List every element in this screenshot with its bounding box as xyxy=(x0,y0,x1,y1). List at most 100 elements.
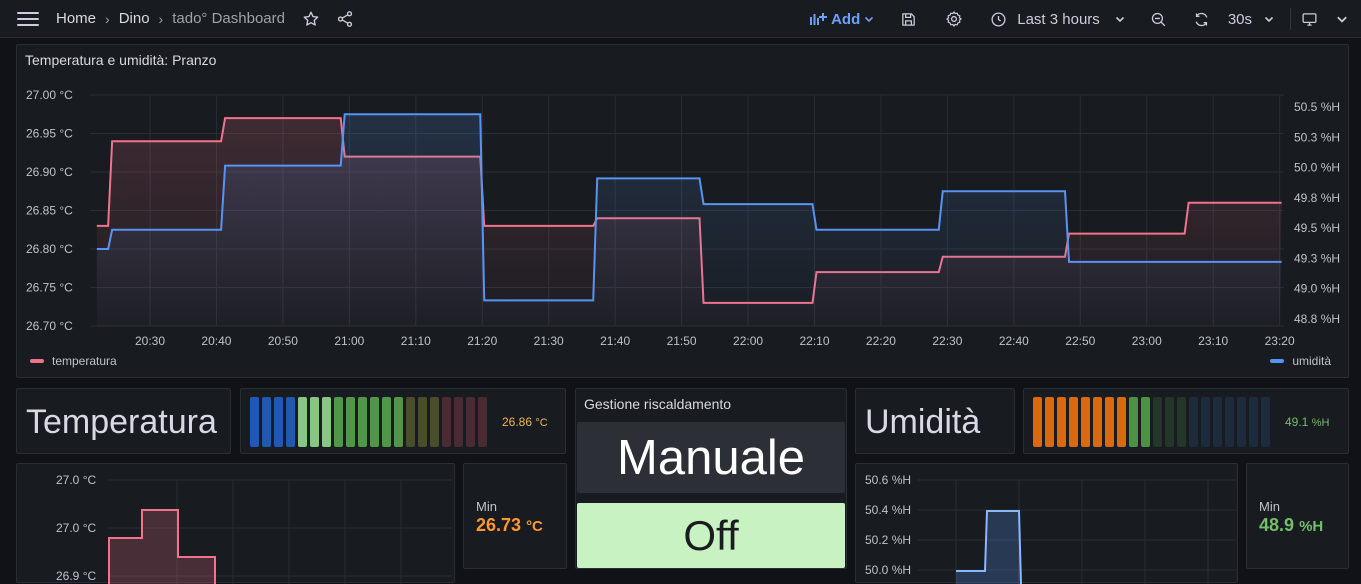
y-right-tick-label: 50.3 %H xyxy=(1294,130,1340,144)
humidity-small-chart-panel[interactable]: 50.6 %H 50.4 %H 50.2 %H 50.0 %H xyxy=(855,463,1239,584)
gauge-cell xyxy=(1129,397,1138,447)
x-tick-label: 20:30 xyxy=(135,334,165,348)
humidity-min-label: Min xyxy=(1259,499,1280,514)
gauge-cell xyxy=(1225,397,1234,447)
humidity-small-chart[interactable]: 50.6 %H 50.4 %H 50.2 %H 50.0 %H xyxy=(856,464,1239,584)
gauge-cell xyxy=(442,397,451,447)
gauge-cell xyxy=(1141,397,1150,447)
temperature-gauge-panel: 26.86 °C xyxy=(240,388,566,454)
breadcrumb-folder[interactable]: Dino xyxy=(119,10,150,27)
gauge-cell xyxy=(1045,397,1054,447)
time-range-label: Last 3 hours xyxy=(1017,10,1100,28)
temperature-small-chart[interactable]: 27.0 °C 27.0 °C 26.9 °C xyxy=(17,464,456,584)
gauge-cell xyxy=(418,397,427,447)
y-right-tick-label: 49.0 %H xyxy=(1294,282,1340,296)
gauge-cell xyxy=(1069,397,1078,447)
legend-swatch xyxy=(30,359,44,363)
timeseries-chart[interactable]: 20:30 20:40 20:50 21:00 21:10 21:20 21:30 21:40… xyxy=(17,45,1350,379)
gauge-cell xyxy=(1201,397,1210,447)
y-tick-label: 27.0 °C xyxy=(56,521,96,535)
heating-state-indicator[interactable]: Off xyxy=(577,503,845,568)
x-tick-label: 20:40 xyxy=(201,334,231,348)
y-left-tick-label: 26.80 °C xyxy=(26,242,73,256)
y-right-tick-label: 49.8 %H xyxy=(1294,191,1340,205)
x-tick-label: 21:10 xyxy=(401,334,431,348)
add-panel-icon xyxy=(810,13,828,25)
breadcrumb-separator-icon: › xyxy=(158,10,164,27)
y-tick-label: 27.0 °C xyxy=(56,473,96,487)
refresh-picker-button[interactable]: 30s xyxy=(1193,11,1274,28)
x-tick-label: 21:50 xyxy=(667,334,697,348)
add-button[interactable]: Add xyxy=(809,11,874,28)
gauge-cell xyxy=(1261,397,1270,447)
add-label: Add xyxy=(831,10,861,28)
chevron-down-icon xyxy=(1264,16,1274,23)
temperature-min-number: 26.73 xyxy=(476,515,522,535)
x-tick-label: 23:10 xyxy=(1198,334,1228,348)
save-icon[interactable] xyxy=(900,11,917,28)
gauge-cell xyxy=(1213,397,1222,447)
gauge-cell xyxy=(1081,397,1090,447)
settings-gear-icon[interactable] xyxy=(945,10,963,28)
temperature-min-label: Min xyxy=(476,499,497,514)
hum-small-area xyxy=(956,511,1021,584)
y-right-tick-label: 49.3 %H xyxy=(1294,251,1340,265)
heating-panel-title: Gestione riscaldamento xyxy=(584,396,732,412)
gauge-cell xyxy=(454,397,463,447)
x-tick-label: 22:00 xyxy=(733,334,763,348)
legend-swatch xyxy=(1270,359,1285,363)
collapse-chevron-icon[interactable] xyxy=(1336,13,1348,25)
gauge-cell xyxy=(370,397,379,447)
y-left-tick-label: 26.85 °C xyxy=(26,204,73,218)
y-left-tick-label: 26.70 °C xyxy=(26,319,73,333)
gauge-cell xyxy=(1153,397,1162,447)
temperature-gauge-number: 26.86 xyxy=(502,415,533,429)
legend-temperatura[interactable]: temperatura xyxy=(30,354,117,368)
time-picker-button[interactable]: Last 3 hours xyxy=(990,11,1125,28)
x-tick-label: 22:10 xyxy=(799,334,829,348)
menu-icon[interactable] xyxy=(17,11,41,27)
gauge-cell xyxy=(298,397,307,447)
y-left-tick-label: 26.90 °C xyxy=(26,165,73,179)
clock-icon xyxy=(991,11,1006,27)
zoom-out-icon[interactable] xyxy=(1150,11,1167,28)
x-tick-label: 21:30 xyxy=(534,334,564,348)
y-tick-label: 50.4 %H xyxy=(865,503,911,517)
x-tick-label: 22:40 xyxy=(999,334,1029,348)
timeseries-panel[interactable]: Temperatura e umidità: Pranzo 20:30 20:40… xyxy=(16,44,1349,378)
chevron-down-icon xyxy=(865,16,874,23)
gauge-cell xyxy=(1033,397,1042,447)
y-right-tick-label: 48.8 %H xyxy=(1294,312,1340,326)
y-tick-label: 26.9 °C xyxy=(56,569,96,583)
x-tick-label: 23:20 xyxy=(1265,334,1295,348)
gauge-cell xyxy=(478,397,487,447)
x-tick-label: 21:00 xyxy=(334,334,364,348)
gauge-cell xyxy=(382,397,391,447)
breadcrumb-home[interactable]: Home xyxy=(56,10,96,27)
star-icon[interactable] xyxy=(302,10,320,28)
y-right-tick-label: 49.5 %H xyxy=(1294,221,1340,235)
gauge-cell xyxy=(1249,397,1258,447)
humidity-min-value: 48.9 %H xyxy=(1259,515,1323,536)
legend-umidita[interactable]: umidità xyxy=(1270,354,1331,368)
y-tick-label: 50.6 %H xyxy=(865,473,911,487)
x-tick-label: 22:20 xyxy=(866,334,896,348)
temperature-small-chart-panel[interactable]: 27.0 °C 27.0 °C 26.9 °C xyxy=(16,463,456,584)
gauge-cell xyxy=(1165,397,1174,447)
humidity-bar-gauge xyxy=(1033,397,1270,447)
gauge-cell xyxy=(466,397,475,447)
temperature-text-panel: Temperatura xyxy=(16,388,231,454)
humidity-min-number: 48.9 xyxy=(1259,515,1295,535)
top-navbar: Home › Dino › tado° Dashboard Add Last 3… xyxy=(0,0,1361,38)
x-tick-label: 22:50 xyxy=(1065,334,1095,348)
gauge-cell xyxy=(250,397,259,447)
gauge-cell xyxy=(1237,397,1246,447)
share-icon[interactable] xyxy=(336,10,354,28)
humidity-min-stat-panel: Min 48.9 %H xyxy=(1246,463,1349,569)
gauge-cell xyxy=(394,397,403,447)
tv-mode-icon[interactable] xyxy=(1301,11,1318,28)
gauge-cell xyxy=(1057,397,1066,447)
x-tick-label: 23:00 xyxy=(1132,334,1162,348)
gauge-cell xyxy=(346,397,355,447)
x-tick-label: 21:40 xyxy=(600,334,630,348)
